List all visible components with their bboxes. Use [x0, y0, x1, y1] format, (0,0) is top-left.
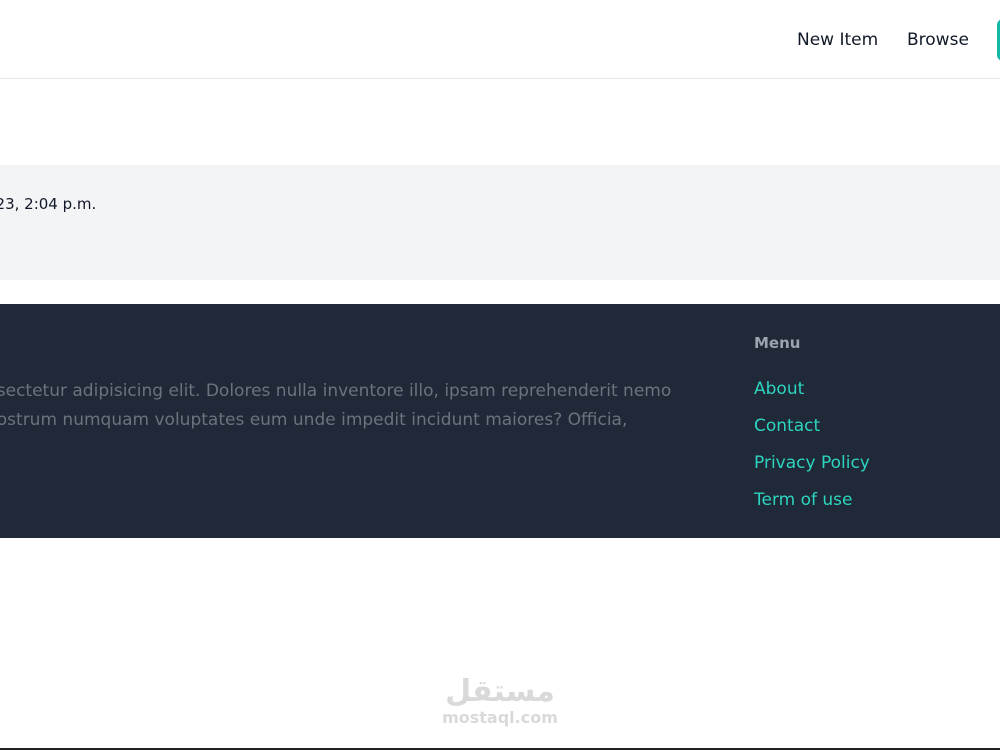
footer-menu-item: Contact	[754, 415, 870, 452]
watermark-latin: mostaql.com	[442, 708, 558, 727]
nav-browse-link[interactable]: Browse	[907, 29, 969, 51]
footer-menu-title: Menu	[754, 334, 801, 352]
watermark: مستقل mostaql.com	[420, 675, 580, 727]
footer-menu-item: Privacy Policy	[754, 452, 870, 489]
page: New Item Browse 023, 2:04 p.m. nsectetur…	[0, 0, 1000, 750]
navbar: New Item Browse	[0, 0, 1000, 79]
footer-description-line: nostrum numquam voluptates eum unde impe…	[0, 410, 628, 430]
nav-new-item-link[interactable]: New Item	[797, 29, 878, 51]
watermark-arabic: مستقل	[445, 674, 555, 709]
footer-description-line: nsectetur adipisicing elit. Dolores null…	[0, 381, 672, 401]
info-strip: 023, 2:04 p.m.	[0, 165, 1000, 280]
footer-menu-item: Term of use	[754, 489, 870, 526]
footer-contact-link[interactable]: Contact	[754, 416, 820, 436]
footer: nsectetur adipisicing elit. Dolores null…	[0, 304, 1000, 538]
item-date: 023, 2:04 p.m.	[0, 195, 97, 213]
footer-description: nsectetur adipisicing elit. Dolores null…	[0, 377, 686, 435]
footer-terms-link[interactable]: Term of use	[754, 490, 853, 510]
footer-privacy-policy-link[interactable]: Privacy Policy	[754, 453, 870, 473]
footer-about-link[interactable]: About	[754, 379, 804, 399]
footer-menu-item: About	[754, 378, 870, 415]
footer-menu: About Contact Privacy Policy Term of use	[754, 378, 870, 526]
